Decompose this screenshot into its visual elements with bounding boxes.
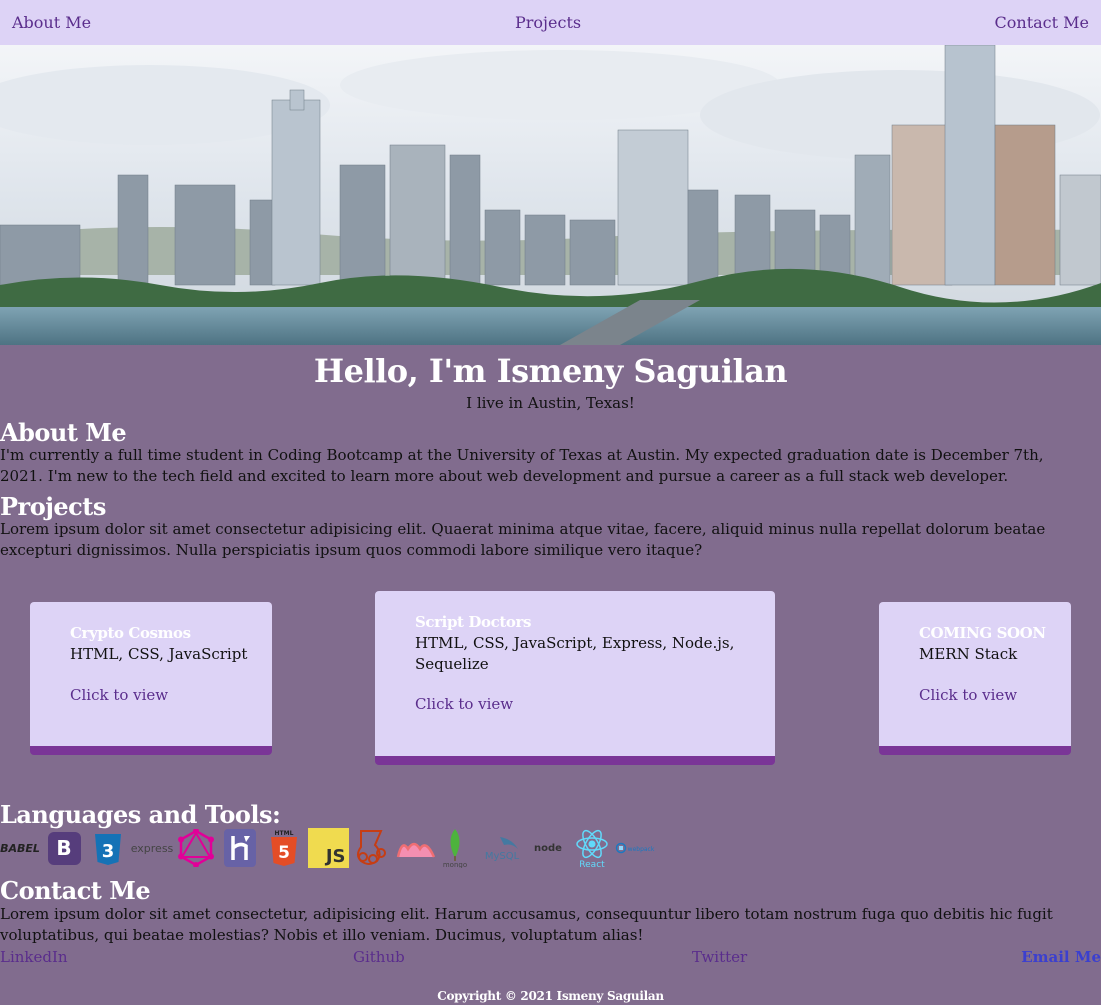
project-stack: HTML, CSS, JavaScript, Express, Node.js,… <box>415 634 735 673</box>
tools-heading: Languages and Tools: <box>0 800 281 829</box>
project-title: COMING SOON <box>919 624 1046 642</box>
materialize-icon <box>396 828 436 868</box>
contact-text: Lorem ipsum dolor sit amet consectetur, … <box>0 905 1053 944</box>
nodejs-icon: node <box>534 842 562 854</box>
bootstrap-icon: B <box>47 828 81 868</box>
express-icon: express <box>130 841 174 855</box>
projects-heading: Projects <box>0 492 106 521</box>
svg-text:HTML: HTML <box>275 830 294 837</box>
project-card: Script Doctors HTML, CSS, JavaScript, Ex… <box>375 591 775 765</box>
babel-icon: BABEL <box>0 841 40 855</box>
github-link[interactable]: Github <box>353 948 405 966</box>
project-card: Crypto Cosmos HTML, CSS, JavaScript Clic… <box>30 602 272 755</box>
project-stack: MERN Stack <box>919 645 1018 663</box>
svg-text:MySQL: MySQL <box>485 851 520 862</box>
react-icon: React <box>573 828 611 868</box>
project-stack: HTML, CSS, JavaScript <box>70 645 248 663</box>
css3-icon: 3 <box>93 828 123 868</box>
javascript-icon: JS <box>307 828 349 868</box>
project-title: Script Doctors <box>415 613 532 631</box>
svg-text:mongo: mongo <box>443 861 467 868</box>
location-text: I live in Austin, Texas! <box>466 394 635 412</box>
graphql-icon <box>176 828 216 868</box>
nav-contact-link[interactable]: Contact Me <box>995 13 1089 32</box>
project-view-link[interactable]: Click to view <box>919 686 1017 704</box>
svg-text:webpack: webpack <box>628 846 655 853</box>
nav-about-link[interactable]: About Me <box>12 13 91 32</box>
mysql-icon: MySQL <box>482 828 524 868</box>
project-title: Crypto Cosmos <box>70 624 191 642</box>
top-nav: About Me Projects Contact Me <box>0 0 1101 45</box>
project-card: COMING SOON MERN Stack Click to view <box>879 602 1071 755</box>
webpack-icon: webpack <box>615 828 657 868</box>
twitter-link[interactable]: Twitter <box>692 948 747 966</box>
nav-projects-link[interactable]: Projects <box>515 13 581 32</box>
svg-text:5: 5 <box>278 843 290 863</box>
svg-text:3: 3 <box>102 841 115 862</box>
email-link[interactable]: Email Me <box>1021 948 1101 966</box>
mongodb-icon: mongo <box>440 828 470 868</box>
linkedin-link[interactable]: LinkedIn <box>0 948 68 966</box>
hero-skyline-image <box>0 45 1101 345</box>
page-title: Hello, I'm Ismeny Saguilan <box>313 352 788 390</box>
footer-copyright: Copyright © 2021 Ismeny Saguilan <box>437 989 664 1003</box>
project-view-link[interactable]: Click to view <box>415 695 513 713</box>
svg-text:React: React <box>579 860 605 868</box>
about-heading: About Me <box>0 418 127 447</box>
about-text: I'm currently a full time student in Cod… <box>0 446 1044 485</box>
skyline-illustration <box>0 45 1101 345</box>
tools-icon-row: BABEL B 3 express HTML 5 JS mongo MySQL … <box>0 828 700 868</box>
contact-heading: Contact Me <box>0 876 151 905</box>
heroku-icon <box>223 828 257 868</box>
jest-icon <box>352 828 390 868</box>
html5-icon: HTML 5 <box>268 828 300 868</box>
projects-text: Lorem ipsum dolor sit amet consectetur a… <box>0 520 1046 559</box>
project-view-link[interactable]: Click to view <box>70 686 168 704</box>
